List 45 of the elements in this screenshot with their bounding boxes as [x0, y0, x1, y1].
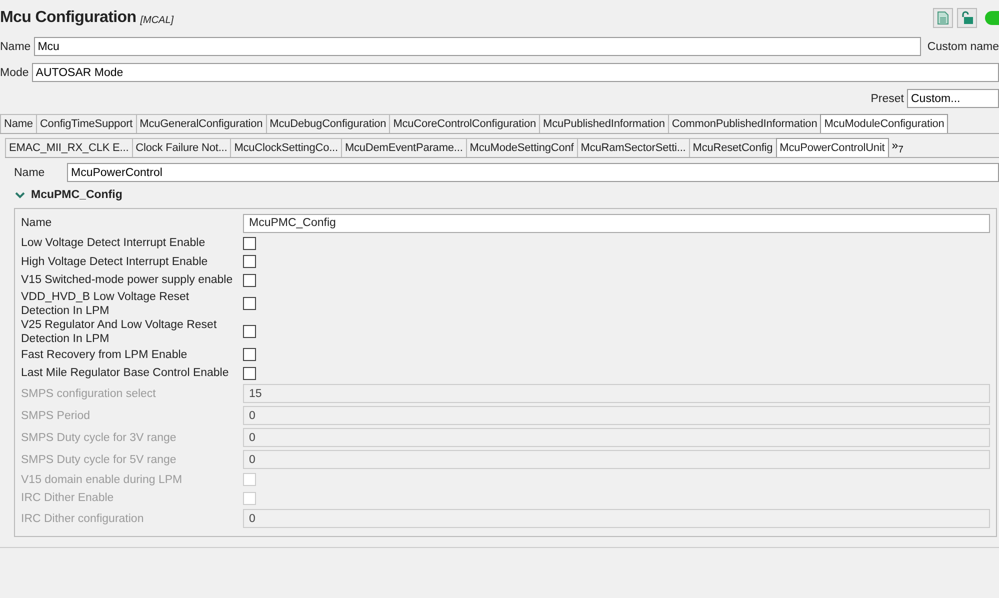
field-label: Name: [21, 216, 53, 230]
field-label: V15 Switched-mode power supply enable: [21, 273, 234, 288]
mode-field[interactable]: AUTOSAR Mode: [32, 63, 999, 82]
field-label: V15 domain enable during LPM: [21, 472, 184, 487]
field-label: SMPS Duty cycle for 5V range: [21, 452, 178, 466]
tab[interactable]: EMAC_MII_RX_CLK E...: [5, 138, 133, 157]
name-field[interactable]: McuPowerControl: [67, 163, 999, 182]
checkbox[interactable]: [243, 366, 256, 380]
field-label: V25 Regulator And Low Voltage Reset Detection In LPM: [21, 318, 218, 346]
field-label: VDD_HVD_B Low Voltage Reset Detection In LPM: [21, 290, 190, 318]
field-label: High Voltage Detect Interrupt Enable: [21, 254, 209, 269]
field-label: Name: [14, 166, 46, 178]
field-label: Low Voltage Detect Interrupt Enable: [21, 236, 206, 250]
tab[interactable]: Name: [0, 114, 37, 133]
document-icon: [937, 11, 949, 25]
checkbox[interactable]: [243, 255, 256, 268]
checkbox[interactable]: [243, 325, 256, 338]
page-tag: [MCAL]: [140, 14, 174, 26]
field-label: Fast Recovery from LPM Enable: [21, 348, 188, 362]
unlocked-padlock-icon: [960, 11, 974, 25]
field-label: SMPS Duty cycle for 3V range: [21, 430, 178, 444]
checkbox[interactable]: [243, 348, 256, 362]
field-label: Last Mile Regulator Base Control Enable: [21, 366, 230, 380]
field-label: IRC Dither configuration: [21, 512, 145, 526]
document-button[interactable]: [933, 8, 953, 28]
checkbox[interactable]: [243, 236, 256, 250]
tab[interactable]: McuModuleConfiguration: [820, 114, 948, 133]
field-label: Name: [0, 40, 31, 52]
lock-button[interactable]: [957, 8, 977, 28]
preset-field[interactable]: Custom...: [907, 89, 999, 108]
text-field[interactable]: McuPMC_Config: [243, 214, 990, 232]
field-label: SMPS Period: [21, 408, 92, 422]
more-tabs-button[interactable]: »$_{7}$: [888, 138, 908, 157]
page-title: Mcu Configuration: [0, 9, 136, 27]
checkbox[interactable]: [243, 297, 256, 310]
section-title: McuPMC_Config: [31, 188, 122, 200]
name-field[interactable]: Mcu: [34, 37, 922, 56]
field-label: SMPS configuration select: [21, 386, 157, 400]
field-label: Mode: [0, 66, 29, 78]
field-label: Preset: [870, 92, 904, 104]
tab[interactable]: McuPowerControlUnit: [776, 138, 889, 157]
field-label: IRC Dither Enable: [21, 491, 115, 506]
field-label: Custom name: [927, 40, 999, 52]
chevron-icon[interactable]: [15, 190, 25, 198]
checkbox[interactable]: [243, 274, 256, 287]
